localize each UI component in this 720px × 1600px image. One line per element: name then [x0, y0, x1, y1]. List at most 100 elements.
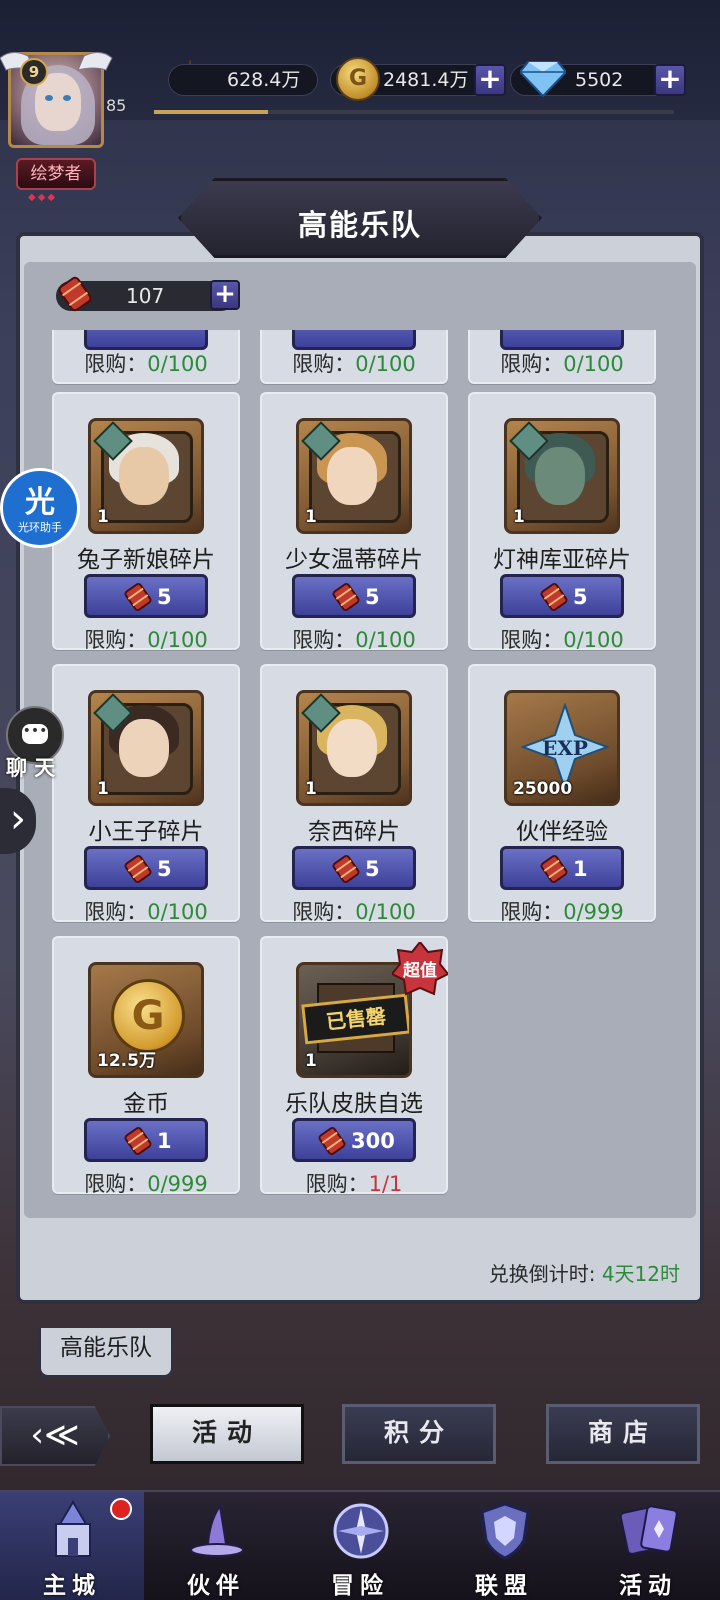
price-value: 5	[157, 857, 172, 881]
price-button[interactable]: 5	[292, 574, 416, 618]
player-title-badge[interactable]: 绘梦者	[16, 158, 96, 190]
band-ticket-icon	[318, 1127, 346, 1155]
item-name: 小王子碎片	[88, 819, 204, 845]
item-quantity: 1	[305, 779, 317, 799]
shop-card-partial[interactable]: 限购：0/100	[260, 330, 448, 384]
limit-text: 限购：0/100	[292, 900, 416, 924]
price-value: 5	[365, 585, 380, 609]
band-ticket-icon	[540, 583, 568, 611]
tab-label: 伙伴	[187, 1573, 245, 1599]
castle-icon	[55, 1500, 91, 1557]
band-ticket-icon	[332, 855, 360, 883]
price-button[interactable]: 1	[84, 1118, 208, 1162]
activity-button[interactable]: 活动	[150, 1404, 304, 1464]
limit-text: 限购：0/100	[500, 628, 624, 652]
tab-adventure[interactable]: 冒险	[288, 1492, 432, 1600]
shop-card-partial[interactable]: 限购：0/100	[468, 330, 656, 384]
band-ticket-icon	[124, 1127, 152, 1155]
item-name: 兔子新娘碎片	[77, 547, 215, 573]
gold-coin-icon	[336, 57, 380, 101]
price-button[interactable]: 300	[292, 1118, 416, 1162]
limit-text: 限购：0/999	[84, 1172, 208, 1196]
shop-card-naixi[interactable]: 1 奈西碎片 5 限购：0/100	[260, 664, 448, 924]
limit-text: 限购：0/999	[500, 900, 624, 924]
price-button[interactable]: 5	[292, 846, 416, 890]
cards-icon	[619, 1505, 678, 1555]
shop-card-gold[interactable]: 12.5万 金币 1 限购：0/999	[52, 936, 240, 1196]
shop-card-wendy[interactable]: 1 少女温蒂碎片 5 限购：0/100	[260, 392, 448, 652]
portrait-face	[119, 447, 169, 505]
limit-text: 限购：0/100	[84, 900, 208, 924]
shop-card-band-skin[interactable]: 已售罄 1 超值 乐队皮肤自选 300 限购：1/1	[260, 936, 448, 1196]
wings-icon	[0, 52, 113, 71]
exp-icon: EXP 25000	[504, 690, 620, 806]
price-button[interactable]: 5	[84, 846, 208, 890]
price-button[interactable]	[500, 330, 624, 350]
item-quantity: 1	[305, 507, 317, 527]
back-button[interactable]: ‹≪	[0, 1406, 110, 1466]
shop-card-rabbit-bride[interactable]: 1 兔子新娘碎片 5 限购：0/100	[52, 392, 240, 652]
big-coin-icon	[111, 979, 185, 1053]
witch-hat-icon	[190, 1503, 244, 1557]
lamp-genie-fragment-icon: 1	[504, 418, 620, 534]
rabbit-bride-fragment-icon: 1	[88, 418, 204, 534]
assistant-icon-char: 光	[25, 485, 55, 520]
item-quantity: 1	[513, 507, 525, 527]
add-ticket-button[interactable]: +	[210, 280, 240, 310]
band-ticket-icon	[332, 583, 360, 611]
power-value: 628.4万	[168, 64, 318, 96]
shield-icon	[480, 1502, 530, 1560]
wendy-fragment-icon: 1	[296, 418, 412, 534]
price-button[interactable]	[292, 330, 416, 350]
price-button[interactable]: 5	[84, 574, 208, 618]
price-button[interactable]	[84, 330, 208, 350]
limit-text: 限购：0/100	[500, 352, 624, 376]
shop-grid: 限购：0/100 限购：0/100 限购：0/100 1 兔子新娘碎片 5 限购…	[24, 330, 696, 1210]
value-tag-text: 超值	[403, 961, 437, 981]
price-button[interactable]: 5	[500, 574, 624, 618]
notification-dot	[110, 1498, 132, 1520]
shop-button[interactable]: 商店	[546, 1404, 700, 1464]
tab-label: 主城	[43, 1573, 101, 1599]
shop-card-lamp-genie[interactable]: 1 灯神库亚碎片 5 限购：0/100	[468, 392, 656, 652]
exchange-countdown: 兑换倒计时: 4天12时	[488, 1262, 680, 1286]
shop-card-partial[interactable]: 限购：0/100	[52, 330, 240, 384]
avatar-eye-left	[45, 95, 53, 101]
limit-text: 限购：0/100	[292, 628, 416, 652]
shop-card-partner-exp[interactable]: EXP 25000 伙伴经验 1 限购：0/999	[468, 664, 656, 924]
assistant-label: 光环助手	[18, 521, 62, 534]
price-value: 1	[573, 857, 588, 881]
panel-tab-label[interactable]: 高能乐队	[38, 1328, 174, 1378]
exp-progress-fill	[154, 110, 269, 114]
price-button[interactable]: 1	[500, 846, 624, 890]
add-gem-button[interactable]: +	[654, 64, 686, 96]
compass-icon	[333, 1503, 389, 1559]
tab-partners[interactable]: 伙伴	[144, 1492, 288, 1600]
portrait-face	[119, 719, 169, 777]
item-name: 金币	[123, 1091, 169, 1117]
shop-card-little-prince[interactable]: 1 小王子碎片 5 限购：0/100	[52, 664, 240, 924]
item-quantity: 1	[305, 1051, 317, 1071]
item-name: 少女温蒂碎片	[285, 547, 423, 573]
portrait-face	[327, 719, 377, 777]
player-exp-level: 85	[106, 96, 127, 115]
price-value: 300	[351, 1129, 395, 1153]
add-gold-button[interactable]: +	[474, 64, 506, 96]
item-name: 奈西碎片	[308, 819, 400, 845]
price-value: 5	[365, 857, 380, 881]
portrait-face	[535, 447, 585, 505]
halo-assistant-button[interactable]: 光 光环助手	[0, 468, 80, 548]
band-ticket-icon	[540, 855, 568, 883]
item-name: 乐队皮肤自选	[285, 1091, 423, 1117]
limit-text: 限购：0/100	[84, 352, 208, 376]
svg-text:EXP: EXP	[542, 736, 588, 760]
points-button[interactable]: 积分	[342, 1404, 496, 1464]
tab-alliance[interactable]: 联盟	[432, 1492, 576, 1600]
little-prince-fragment-icon: 1	[88, 690, 204, 806]
diamond-icon	[520, 61, 566, 98]
tab-events[interactable]: 活动	[576, 1492, 720, 1600]
item-quantity: 25000	[513, 779, 573, 799]
gold-coin-icon: 12.5万	[88, 962, 204, 1078]
price-value: 5	[573, 585, 588, 609]
portrait-face	[327, 447, 377, 505]
